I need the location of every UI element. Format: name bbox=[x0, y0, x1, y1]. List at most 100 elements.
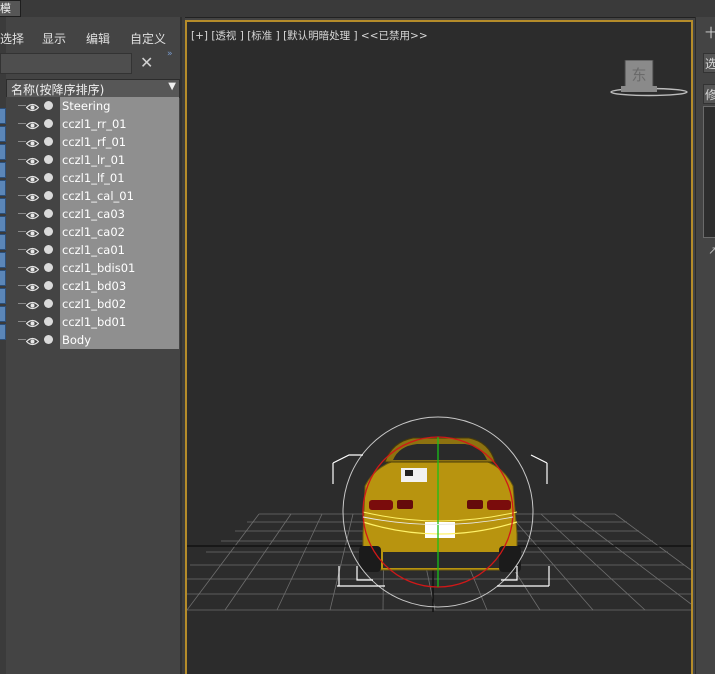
tree-connector bbox=[18, 123, 26, 124]
object-name-label: cczl1_bd01 bbox=[62, 315, 127, 329]
tree-row[interactable]: cczl1_ca03 bbox=[6, 205, 179, 223]
eye-visibility-icon[interactable] bbox=[25, 335, 40, 346]
object-name-cell[interactable]: cczl1_lr_01 bbox=[60, 151, 179, 169]
pin-stack-icon[interactable]: ↗ bbox=[708, 244, 715, 257]
object-name-label: cczl1_lr_01 bbox=[62, 153, 126, 167]
render-toggle-icon[interactable] bbox=[44, 317, 53, 326]
render-toggle-icon[interactable] bbox=[44, 245, 53, 254]
object-name-cell[interactable]: cczl1_bdis01 bbox=[60, 259, 179, 277]
eye-visibility-icon[interactable] bbox=[25, 245, 40, 256]
tree-connector bbox=[18, 141, 26, 142]
tree-connector bbox=[18, 249, 26, 250]
object-name-cell[interactable]: Body bbox=[60, 331, 179, 349]
tree-connector bbox=[18, 105, 26, 106]
tree-connector bbox=[18, 177, 26, 178]
search-input[interactable] bbox=[0, 53, 132, 74]
tree-row[interactable]: cczl1_bd03 bbox=[6, 277, 179, 295]
render-toggle-icon[interactable] bbox=[44, 101, 53, 110]
tree-row[interactable]: cczl1_rr_01 bbox=[6, 115, 179, 133]
create-tab-icon[interactable]: 十 bbox=[705, 24, 715, 41]
object-name-label: Steering bbox=[62, 99, 111, 113]
sort-column-header[interactable]: 名称(按降序排序) ▼ bbox=[6, 79, 180, 98]
object-name-label: cczl1_rf_01 bbox=[62, 135, 127, 149]
tree-row[interactable]: cczl1_ca01 bbox=[6, 241, 179, 259]
viewcube-face-label: 东 bbox=[631, 66, 646, 84]
close-icon[interactable]: ✕ bbox=[140, 53, 153, 72]
tree-row[interactable]: Steering bbox=[6, 97, 179, 115]
tree-connector bbox=[18, 159, 26, 160]
object-name-label: Body bbox=[62, 333, 92, 347]
object-name-cell[interactable]: cczl1_cal_01 bbox=[60, 187, 179, 205]
object-name-cell[interactable]: cczl1_ca01 bbox=[60, 241, 179, 259]
menu-display[interactable]: 显示 bbox=[42, 30, 66, 47]
eye-visibility-icon[interactable] bbox=[25, 101, 40, 112]
eye-visibility-icon[interactable] bbox=[25, 191, 40, 202]
eye-visibility-icon[interactable] bbox=[25, 281, 40, 292]
eye-visibility-icon[interactable] bbox=[25, 137, 40, 148]
object-name-field[interactable]: 选 bbox=[703, 53, 715, 73]
object-name-cell[interactable]: cczl1_ca02 bbox=[60, 223, 179, 241]
object-name-cell[interactable]: cczl1_rr_01 bbox=[60, 115, 179, 133]
ribbon-tab-label: 建模 bbox=[0, 2, 11, 15]
eye-visibility-icon[interactable] bbox=[25, 227, 40, 238]
render-toggle-icon[interactable] bbox=[44, 299, 53, 308]
object-name-label: cczl1_lf_01 bbox=[62, 171, 125, 185]
object-name-cell[interactable]: cczl1_bd01 bbox=[60, 313, 179, 331]
object-name-label: cczl1_bd03 bbox=[62, 279, 127, 293]
viewport-label-menu[interactable]: [+] [透视 ] [标准 ] [默认明暗处理 ] <<已禁用>> bbox=[191, 28, 428, 43]
tree-row[interactable]: cczl1_rf_01 bbox=[6, 133, 179, 151]
tree-row[interactable]: cczl1_lf_01 bbox=[6, 169, 179, 187]
tree-row[interactable]: cczl1_ca02 bbox=[6, 223, 179, 241]
modifier-list-text: 修 bbox=[705, 88, 715, 102]
tree-row[interactable]: cczl1_bd01 bbox=[6, 313, 179, 331]
tree-connector bbox=[18, 195, 26, 196]
menu-customize[interactable]: 自定义 bbox=[130, 30, 166, 47]
viewport-scene bbox=[187, 416, 691, 612]
render-toggle-icon[interactable] bbox=[44, 335, 53, 344]
tree-connector bbox=[18, 321, 26, 322]
tree-connector bbox=[18, 231, 26, 232]
object-name-cell[interactable]: cczl1_lf_01 bbox=[60, 169, 179, 187]
object-name-cell[interactable]: cczl1_ca03 bbox=[60, 205, 179, 223]
object-name-label: cczl1_bdis01 bbox=[62, 261, 136, 275]
object-name-cell[interactable]: Steering bbox=[60, 97, 179, 115]
eye-visibility-icon[interactable] bbox=[25, 173, 40, 184]
tree-row[interactable]: cczl1_bdis01 bbox=[6, 259, 179, 277]
eye-visibility-icon[interactable] bbox=[25, 209, 40, 220]
object-name-cell[interactable]: cczl1_bd03 bbox=[60, 277, 179, 295]
dropdown-arrow-icon[interactable]: ▼ bbox=[168, 81, 176, 92]
modifier-stack-list[interactable] bbox=[703, 106, 715, 238]
eye-visibility-icon[interactable] bbox=[25, 263, 40, 274]
expand-chevron-icon[interactable]: » bbox=[167, 49, 173, 59]
ribbon-tab-modeling[interactable]: 建模 bbox=[0, 0, 21, 17]
tree-row[interactable]: cczl1_lr_01 bbox=[6, 151, 179, 169]
object-tree: Steering cczl1_rr_01 cczl1_rf_01 cczl1_lr_0… bbox=[6, 97, 179, 352]
object-name-cell[interactable]: cczl1_rf_01 bbox=[60, 133, 179, 151]
tree-row[interactable]: cczl1_bd02 bbox=[6, 295, 179, 313]
render-toggle-icon[interactable] bbox=[44, 155, 53, 164]
render-toggle-icon[interactable] bbox=[44, 191, 53, 200]
menu-edit[interactable]: 编辑 bbox=[86, 30, 110, 47]
render-toggle-icon[interactable] bbox=[44, 119, 53, 128]
render-toggle-icon[interactable] bbox=[44, 209, 53, 218]
render-toggle-icon[interactable] bbox=[44, 263, 53, 272]
viewcube-icon[interactable]: 东 bbox=[601, 60, 697, 100]
eye-visibility-icon[interactable] bbox=[25, 317, 40, 328]
render-toggle-icon[interactable] bbox=[44, 137, 53, 146]
render-toggle-icon[interactable] bbox=[44, 281, 53, 290]
render-toggle-icon[interactable] bbox=[44, 173, 53, 182]
modifier-list-dropdown[interactable]: 修 bbox=[703, 84, 715, 104]
eye-visibility-icon[interactable] bbox=[25, 155, 40, 166]
tree-row[interactable]: Body bbox=[6, 331, 179, 349]
object-name-cell[interactable]: cczl1_bd02 bbox=[60, 295, 179, 313]
object-name-label: cczl1_rr_01 bbox=[62, 117, 127, 131]
menu-select[interactable]: 选择 bbox=[0, 30, 24, 47]
eye-visibility-icon[interactable] bbox=[25, 299, 40, 310]
object-name-label: cczl1_bd02 bbox=[62, 297, 127, 311]
tree-connector bbox=[18, 285, 26, 286]
eye-visibility-icon[interactable] bbox=[25, 119, 40, 130]
top-menu-strip bbox=[0, 0, 715, 18]
tree-row[interactable]: cczl1_cal_01 bbox=[6, 187, 179, 205]
render-toggle-icon[interactable] bbox=[44, 227, 53, 236]
tree-connector bbox=[18, 267, 26, 268]
